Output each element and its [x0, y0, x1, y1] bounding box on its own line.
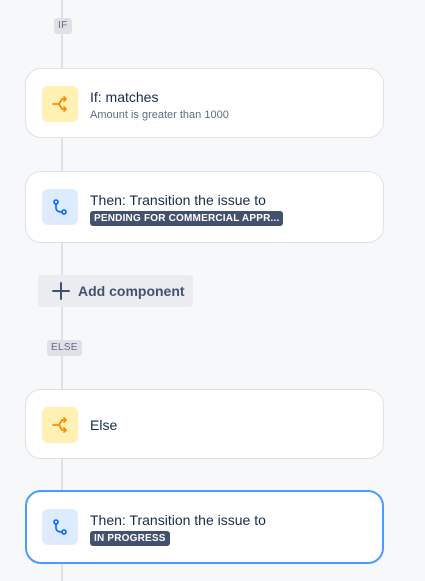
plus-icon [52, 282, 70, 300]
transition-icon [42, 189, 78, 225]
add-component-button[interactable]: Add component [38, 275, 193, 307]
branch-icon [42, 407, 78, 443]
condition-subtitle: Amount is greater than 1000 [90, 109, 229, 121]
transition-icon [42, 509, 78, 545]
action-card-transition-in-progress[interactable]: Then: Transition the issue to IN PROGRES… [25, 490, 384, 564]
action-title: Then: Transition the issue to [90, 512, 266, 528]
else-title: Else [90, 417, 118, 433]
action-title: Then: Transition the issue to [90, 192, 266, 208]
if-branch-label: IF [54, 18, 72, 34]
condition-title: If: matches [90, 89, 159, 105]
add-component-label: Add component [78, 283, 185, 299]
condition-card-else[interactable]: Else [25, 389, 384, 459]
action-card-transition-pending[interactable]: Then: Transition the issue to PENDING FO… [25, 171, 384, 243]
branch-icon [42, 86, 78, 122]
else-branch-label: ELSE [47, 340, 82, 356]
status-lozenge: IN PROGRESS [90, 531, 170, 546]
status-lozenge: PENDING FOR COMMERCIAL APPR... [90, 211, 284, 226]
condition-card-if-matches[interactable]: If: matches Amount is greater than 1000 [25, 68, 384, 138]
